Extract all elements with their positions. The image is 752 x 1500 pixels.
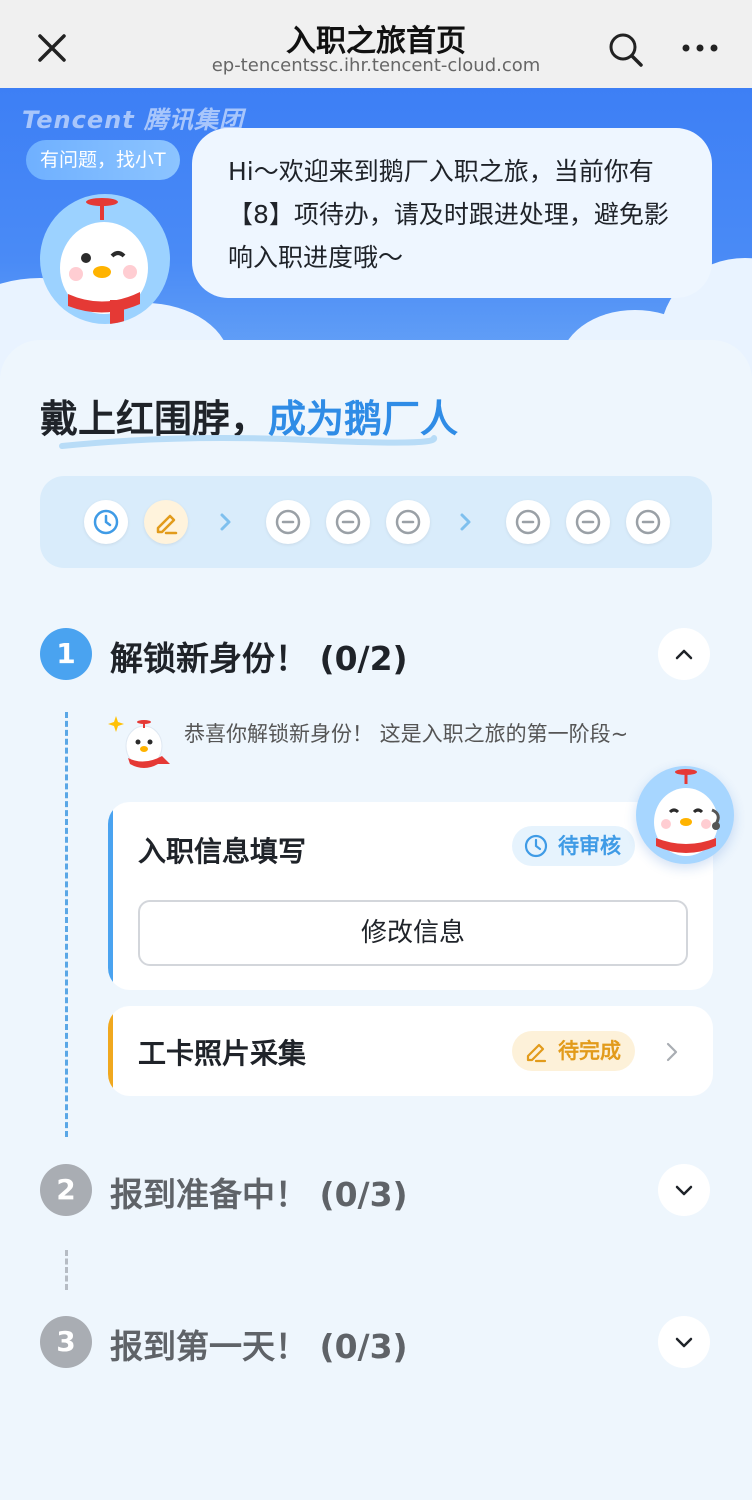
progress-step-locked xyxy=(326,500,370,544)
chevron-up-icon xyxy=(675,649,693,660)
penguin-mascot-icon xyxy=(108,716,170,768)
penguin-mascot-icon xyxy=(60,198,148,324)
stage-number: 2 xyxy=(40,1164,92,1216)
minus-circle-icon xyxy=(575,509,601,535)
top-nav-bar: 入职之旅首页 ep-tencentssc.ihr.tencent-cloud.c… xyxy=(0,0,752,88)
chevron-down-icon xyxy=(675,1337,693,1348)
more-icon[interactable] xyxy=(678,28,722,72)
pencil-icon xyxy=(156,514,178,535)
progress-step-locked xyxy=(266,500,310,544)
stage-3-header[interactable]: 3 报到第一天！ (0/3) xyxy=(40,1316,712,1368)
mascot-avatar xyxy=(40,194,170,324)
help-button[interactable]: 有问题，找小T xyxy=(26,140,180,180)
progress-step-review xyxy=(84,500,128,544)
journey-card: 戴上红围脖，成为鹅厂人 1 解锁新身份！ (0/2) 恭喜你解锁新身份！ 这是入… xyxy=(0,340,752,1500)
search-icon[interactable] xyxy=(604,28,648,72)
greeting-bubble: Hi～欢迎来到鹅厂入职之旅，当前你有【8】项待办，请及时跟进处理，避免影响入职进… xyxy=(192,128,712,298)
task-card-onboarding-info: 入职信息填写 待审核 修改信息 xyxy=(108,802,713,990)
status-badge: 待完成 xyxy=(512,1031,635,1071)
slogan-brush-underline xyxy=(59,435,438,449)
pencil-icon xyxy=(526,1043,547,1063)
status-label: 待审核 xyxy=(558,834,621,858)
floating-helper-button[interactable] xyxy=(636,766,734,864)
progress-step-locked xyxy=(566,500,610,544)
stage-2-timeline xyxy=(65,1250,68,1290)
stage-1-timeline xyxy=(65,712,68,1137)
clock-icon xyxy=(93,509,119,535)
task-title: 工卡照片采集 xyxy=(138,1037,307,1070)
status-label: 待完成 xyxy=(558,1039,621,1063)
expand-button[interactable] xyxy=(658,1316,710,1368)
stage-intro-text: 恭喜你解锁新身份！ 这是入职之旅的第一阶段~ xyxy=(184,722,629,746)
status-badge: 待审核 xyxy=(512,826,635,866)
minus-circle-icon xyxy=(395,509,421,535)
tencent-logo: Tencent 腾讯集团 xyxy=(22,106,245,134)
progress-step-locked xyxy=(506,500,550,544)
progress-step-locked xyxy=(386,500,430,544)
stage-title: 报到第一天！ (0/3) xyxy=(110,1327,408,1366)
task-title: 入职信息填写 xyxy=(138,835,307,868)
chevron-down-icon xyxy=(675,1185,693,1196)
stage-title: 解锁新身份！ (0/2) xyxy=(110,639,408,678)
progress-step-locked xyxy=(626,500,670,544)
penguin-mascot-icon xyxy=(654,769,720,856)
stage-2-header[interactable]: 2 报到准备中！ (0/3) xyxy=(40,1164,712,1216)
task-card-badge-photo[interactable]: 工卡照片采集 待完成 xyxy=(108,1006,713,1096)
stage-1-intro: 恭喜你解锁新身份！ 这是入职之旅的第一阶段~ xyxy=(108,712,708,782)
progress-step-pending xyxy=(144,500,188,544)
arrow-icon xyxy=(220,513,231,531)
minus-circle-icon xyxy=(275,509,301,535)
task-accent-bar xyxy=(108,1006,113,1096)
minus-circle-icon xyxy=(635,509,661,535)
expand-button[interactable] xyxy=(658,1164,710,1216)
task-accent-bar xyxy=(108,802,113,990)
stage-title: 报到准备中！ (0/3) xyxy=(110,1175,408,1214)
collapse-button[interactable] xyxy=(658,628,710,680)
clock-icon xyxy=(524,834,548,858)
chevron-right-icon xyxy=(666,1042,678,1062)
minus-circle-icon xyxy=(515,509,541,535)
progress-overview xyxy=(40,476,712,568)
stage-number: 3 xyxy=(40,1316,92,1368)
stage-1-header[interactable]: 1 解锁新身份！ (0/2) xyxy=(40,628,712,680)
stage-number: 1 xyxy=(40,628,92,680)
arrow-icon xyxy=(460,513,471,531)
edit-info-button[interactable]: 修改信息 xyxy=(138,900,688,966)
minus-circle-icon xyxy=(335,509,361,535)
welcome-banner: Tencent 腾讯集团 有问题，找小T Hi～欢迎来到鹅厂入职之旅，当前你有【… xyxy=(0,88,752,378)
